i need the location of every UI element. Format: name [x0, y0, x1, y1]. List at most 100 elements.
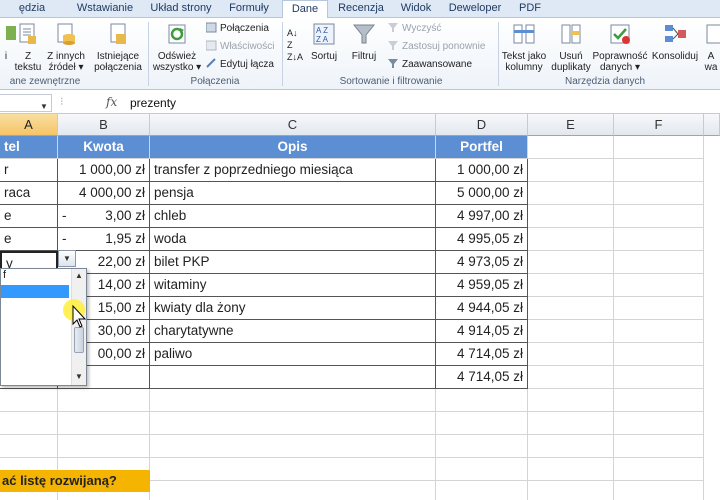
refresh-all-button[interactable]: Odśwież wszystko ▾	[152, 22, 202, 73]
cell-opis[interactable]: bilet PKP	[150, 251, 436, 274]
tab-page-layout[interactable]: Układ strony	[146, 0, 216, 18]
cell-category[interactable]: e	[0, 228, 58, 251]
cell-portfel[interactable]: 4 997,00 zł	[436, 205, 528, 228]
what-if-analysis-button[interactable]: A wa	[702, 22, 720, 73]
column-header-b[interactable]: B	[58, 114, 150, 136]
from-other-sources-button[interactable]: Z innych źródeł ▾	[44, 22, 88, 73]
cell[interactable]	[58, 435, 150, 458]
cell-portfel[interactable]: 4 995,05 zł	[436, 228, 528, 251]
cell[interactable]	[528, 274, 614, 297]
cell[interactable]	[436, 389, 528, 412]
cell[interactable]	[528, 343, 614, 366]
cell[interactable]	[528, 412, 614, 435]
cell-portfel[interactable]: 5 000,00 zł	[436, 182, 528, 205]
cell[interactable]	[614, 228, 704, 251]
cell-kwota[interactable]: 4 000,00 zł	[58, 182, 150, 205]
cell-opis[interactable]: transfer z poprzedniego miesiąca	[150, 159, 436, 182]
sort-button[interactable]: A ZZ A Sortuj	[308, 22, 340, 62]
cell[interactable]	[528, 136, 614, 159]
cell-opis[interactable]: kwiaty dla żony	[150, 297, 436, 320]
tab-insert[interactable]: Wstawianie	[72, 0, 138, 18]
cell-opis[interactable]: paliwo	[150, 343, 436, 366]
consolidate-button[interactable]: Konsoliduj	[650, 22, 700, 62]
header-cell-opis[interactable]: Opis	[150, 136, 436, 159]
tab-home[interactable]: ędzia główne	[0, 0, 64, 31]
worksheet-grid[interactable]: A B C D E F tel Kwota Opis Portfel r 1 000,00…	[0, 114, 720, 500]
cell[interactable]	[528, 251, 614, 274]
cell[interactable]	[528, 481, 614, 500]
tab-review[interactable]: Recenzja	[336, 0, 386, 18]
dropdown-item[interactable]: f	[3, 269, 6, 281]
chevron-down-icon[interactable]: ▼	[40, 102, 48, 111]
cell-opis[interactable]: charytatywne	[150, 320, 436, 343]
from-text-button[interactable]: Z tekstu	[14, 22, 42, 73]
advanced-button[interactable]: Zaawansowane	[388, 58, 472, 72]
cell[interactable]	[436, 412, 528, 435]
clear-button[interactable]: Wyczyść	[388, 22, 441, 36]
cell-category[interactable]: r	[0, 159, 58, 182]
cell[interactable]	[150, 412, 436, 435]
cell[interactable]	[528, 389, 614, 412]
cell[interactable]	[528, 159, 614, 182]
cell-category[interactable]: raca	[0, 182, 58, 205]
cell-opis[interactable]	[150, 366, 436, 389]
header-cell-a[interactable]: tel	[0, 136, 58, 159]
text-to-columns-button[interactable]: Tekst jako kolumny	[500, 22, 548, 73]
cell[interactable]	[614, 274, 704, 297]
data-validation-button[interactable]: Poprawność danych ▾	[592, 22, 648, 73]
cell[interactable]	[436, 458, 528, 481]
cell-portfel[interactable]: 4 714,05 zł	[436, 366, 528, 389]
filter-button[interactable]: Filtruj	[348, 22, 380, 62]
cell[interactable]	[528, 458, 614, 481]
cell[interactable]	[614, 343, 704, 366]
cell-portfel[interactable]: 4 973,05 zł	[436, 251, 528, 274]
from-web-button[interactable]: i	[0, 22, 16, 62]
cell[interactable]	[614, 251, 704, 274]
cell[interactable]	[614, 412, 704, 435]
cell[interactable]	[614, 182, 704, 205]
cell[interactable]	[614, 136, 704, 159]
cell[interactable]	[614, 435, 704, 458]
tab-view[interactable]: Widok	[394, 0, 438, 18]
column-header-d[interactable]: D	[436, 114, 528, 136]
cell[interactable]	[614, 389, 704, 412]
cell[interactable]	[614, 159, 704, 182]
cell[interactable]	[58, 389, 150, 412]
connections-button[interactable]: Połączenia	[206, 22, 269, 36]
cell-portfel[interactable]: 4 914,05 zł	[436, 320, 528, 343]
cell[interactable]	[0, 389, 58, 412]
cell[interactable]	[150, 389, 436, 412]
cell[interactable]	[436, 435, 528, 458]
cell[interactable]	[614, 481, 704, 500]
cell[interactable]	[528, 320, 614, 343]
formula-input[interactable]: prezenty	[130, 96, 176, 110]
tab-pdf[interactable]: PDF	[512, 0, 548, 18]
cell-kwota[interactable]: 1 000,00 zł	[58, 159, 150, 182]
cell[interactable]	[614, 205, 704, 228]
cell[interactable]	[528, 366, 614, 389]
cell-kwota[interactable]: - 3,00 zł	[58, 205, 150, 228]
cell[interactable]	[528, 297, 614, 320]
cell[interactable]	[614, 297, 704, 320]
cell[interactable]	[528, 205, 614, 228]
cell[interactable]	[614, 458, 704, 481]
cell-opis[interactable]: witaminy	[150, 274, 436, 297]
header-cell-kwota[interactable]: Kwota	[58, 136, 150, 159]
cell[interactable]	[614, 366, 704, 389]
existing-connections-button[interactable]: Istniejące połączenia	[92, 22, 144, 73]
scroll-up-icon[interactable]: ▲	[75, 271, 83, 280]
cell[interactable]	[0, 435, 58, 458]
dropdown-arrow-button[interactable]: ▼	[58, 250, 76, 267]
cell-portfel[interactable]: 4 944,05 zł	[436, 297, 528, 320]
edit-links-button[interactable]: Edytuj łącza	[206, 58, 274, 72]
cell[interactable]	[150, 458, 436, 481]
cell[interactable]	[0, 412, 58, 435]
cell-kwota[interactable]: - 1,95 zł	[58, 228, 150, 251]
scroll-down-icon[interactable]: ▼	[75, 372, 83, 381]
reapply-button[interactable]: Zastosuj ponownie	[388, 40, 485, 54]
sort-az-button[interactable]: A↓ Z Z↓A	[286, 26, 308, 69]
tab-formulas[interactable]: Formuły	[224, 0, 274, 18]
name-box[interactable]: ▼	[0, 94, 52, 112]
cell[interactable]	[150, 481, 436, 500]
cell[interactable]	[528, 182, 614, 205]
